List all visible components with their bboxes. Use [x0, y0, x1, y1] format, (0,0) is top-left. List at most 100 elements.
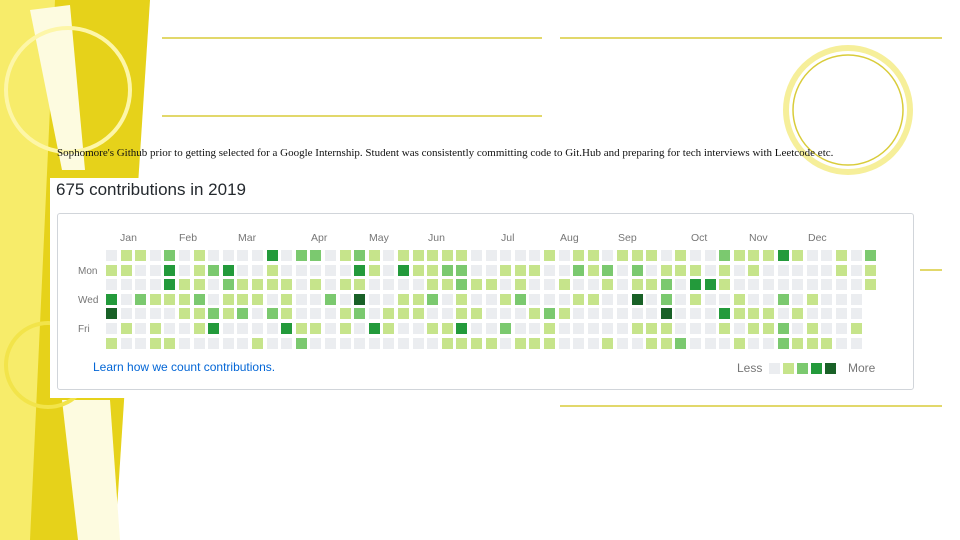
contribution-cell[interactable] [237, 323, 249, 334]
contribution-cell[interactable] [821, 308, 833, 320]
contribution-cell[interactable] [310, 293, 322, 305]
contribution-cell[interactable] [631, 293, 643, 305]
contribution-cell[interactable] [135, 337, 147, 349]
contribution-cell[interactable] [821, 250, 833, 261]
contribution-cell[interactable] [836, 323, 847, 334]
contribution-cell[interactable] [660, 279, 672, 291]
contribution-cell[interactable] [631, 337, 643, 349]
contribution-cell[interactable] [295, 279, 307, 291]
contribution-cell[interactable] [441, 264, 453, 276]
contribution-cell[interactable] [106, 293, 117, 305]
contribution-cell[interactable] [690, 264, 701, 276]
contribution-cell[interactable] [339, 279, 351, 291]
contribution-cell[interactable] [310, 323, 322, 334]
contribution-cell[interactable] [237, 337, 249, 349]
contribution-cell[interactable] [295, 264, 307, 276]
contribution-cell[interactable] [500, 323, 512, 334]
contribution-cell[interactable] [383, 337, 395, 349]
contribution-cell[interactable] [310, 279, 322, 291]
contribution-cell[interactable] [295, 250, 307, 261]
contribution-cell[interactable] [529, 323, 541, 334]
contribution-cell[interactable] [602, 250, 614, 261]
contribution-cell[interactable] [865, 250, 877, 261]
contribution-cell[interactable] [544, 279, 555, 291]
contribution-cell[interactable] [558, 250, 570, 261]
contribution-cell[interactable] [748, 250, 760, 261]
contribution-cell[interactable] [587, 264, 599, 276]
contribution-cell[interactable] [573, 293, 585, 305]
contribution-cell[interactable] [602, 323, 614, 334]
contribution-cell[interactable] [514, 264, 526, 276]
contribution-cell[interactable] [821, 337, 833, 349]
contribution-cell[interactable] [485, 323, 497, 334]
contribution-cell[interactable] [544, 293, 555, 305]
contribution-cell[interactable] [456, 293, 468, 305]
contribution-cell[interactable] [427, 264, 439, 276]
contribution-cell[interactable] [325, 293, 336, 305]
contribution-cell[interactable] [704, 293, 716, 305]
contribution-cell[interactable] [544, 323, 555, 334]
contribution-cell[interactable] [748, 293, 760, 305]
contribution-cell[interactable] [354, 293, 366, 305]
contribution-cell[interactable] [354, 264, 366, 276]
contribution-cell[interactable] [792, 293, 804, 305]
contribution-cell[interactable] [252, 308, 263, 320]
contribution-cell[interactable] [354, 323, 366, 334]
contribution-cell[interactable] [398, 264, 409, 276]
contribution-cell[interactable] [398, 279, 409, 291]
contribution-cell[interactable] [485, 250, 497, 261]
contribution-cell[interactable] [602, 293, 614, 305]
contribution-cell[interactable] [135, 308, 147, 320]
contribution-cell[interactable] [412, 293, 424, 305]
contribution-cell[interactable] [471, 250, 482, 261]
contribution-cell[interactable] [281, 337, 293, 349]
contribution-cell[interactable] [310, 308, 322, 320]
contribution-cell[interactable] [354, 279, 366, 291]
contribution-cell[interactable] [485, 279, 497, 291]
contribution-cell[interactable] [208, 323, 220, 334]
contribution-cell[interactable] [558, 337, 570, 349]
contribution-cell[interactable] [806, 337, 818, 349]
contribution-cell[interactable] [354, 337, 366, 349]
contribution-cell[interactable] [514, 279, 526, 291]
contribution-cell[interactable] [500, 337, 512, 349]
contribution-cell[interactable] [266, 323, 278, 334]
contribution-cell[interactable] [806, 308, 818, 320]
contribution-cell[interactable] [193, 337, 205, 349]
contribution-cell[interactable] [690, 323, 701, 334]
contribution-cell[interactable] [325, 279, 336, 291]
contribution-cell[interactable] [368, 308, 380, 320]
contribution-cell[interactable] [164, 337, 176, 349]
contribution-cell[interactable] [106, 337, 117, 349]
contribution-cell[interactable] [836, 337, 847, 349]
contribution-cell[interactable] [558, 323, 570, 334]
contribution-cell[interactable] [164, 308, 176, 320]
contribution-cell[interactable] [646, 264, 658, 276]
contribution-cell[interactable] [573, 250, 585, 261]
contribution-cell[interactable] [281, 279, 293, 291]
contribution-cell[interactable] [471, 308, 482, 320]
contribution-cell[interactable] [719, 293, 731, 305]
contribution-cell[interactable] [106, 323, 117, 334]
contribution-cell[interactable] [237, 279, 249, 291]
contribution-cell[interactable] [120, 293, 132, 305]
contribution-cell[interactable] [836, 279, 847, 291]
contribution-cell[interactable] [485, 337, 497, 349]
contribution-cell[interactable] [106, 250, 117, 261]
contribution-cell[interactable] [558, 279, 570, 291]
contribution-cell[interactable] [339, 323, 351, 334]
contribution-cell[interactable] [471, 323, 482, 334]
contribution-cell[interactable] [471, 264, 482, 276]
contribution-cell[interactable] [325, 323, 336, 334]
contribution-cell[interactable] [149, 308, 161, 320]
contribution-cell[interactable] [427, 323, 439, 334]
contribution-cell[interactable] [748, 264, 760, 276]
contribution-cell[interactable] [704, 308, 716, 320]
contribution-cell[interactable] [208, 337, 220, 349]
contribution-cell[interactable] [412, 250, 424, 261]
contribution-cell[interactable] [865, 279, 877, 291]
contribution-cell[interactable] [368, 293, 380, 305]
contribution-cell[interactable] [325, 250, 336, 261]
contribution-cell[interactable] [529, 264, 541, 276]
contribution-cell[interactable] [164, 250, 176, 261]
